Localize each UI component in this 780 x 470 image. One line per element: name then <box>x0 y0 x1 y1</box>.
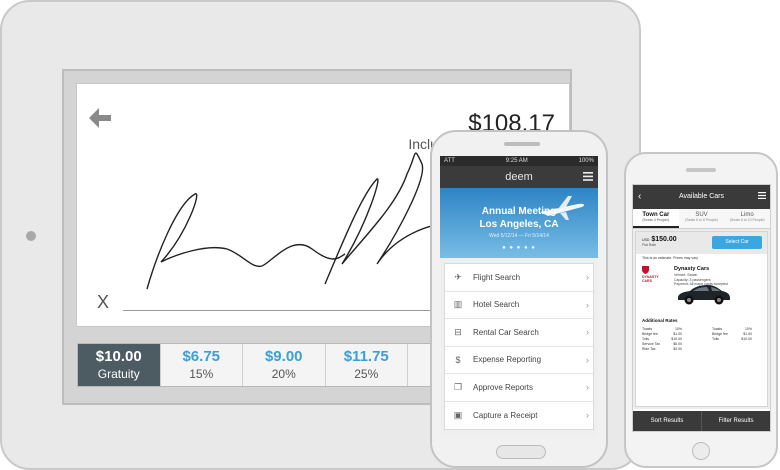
carrier-label: ATT <box>444 158 455 164</box>
iphone-speaker <box>686 168 716 172</box>
tip-option-25[interactable]: $11.75 25% <box>325 344 408 386</box>
tip-label: 20% <box>271 367 296 381</box>
menu-item-capture-receipt[interactable]: ▣ Capture a Receipt › <box>445 402 593 430</box>
menu-item-expense-reporting[interactable]: $ Expense Reporting › <box>445 347 593 374</box>
rate-value: $3.00 <box>673 347 682 351</box>
tab-town-car[interactable]: Town Car (Seats 4 People) <box>633 209 679 228</box>
tip-amount: $10.00 <box>95 348 142 365</box>
rate-row: Tolls $10.00 <box>712 337 752 342</box>
menu-item-flight-search[interactable]: ✈ Flight Search › <box>445 264 593 292</box>
battery-label: 100% <box>578 158 594 164</box>
menu-item-rental-car-search[interactable]: ⊟ Rental Car Search › <box>445 319 593 347</box>
signature-x-mark: X <box>97 292 110 312</box>
menu-item-hotel-search[interactable]: ▥ Hotel Search › <box>445 292 593 319</box>
price-bar: USD $150.00 Flat Rate Select Car <box>636 232 767 254</box>
deem-logo: deem <box>505 171 533 183</box>
price-note: Flat Rate <box>642 243 657 247</box>
chevron-right-icon: › <box>586 299 589 310</box>
menu-item-label: Rental Car Search <box>473 327 539 337</box>
chevron-right-icon: › <box>586 354 589 365</box>
hamburger-menu-icon[interactable] <box>583 172 593 181</box>
trip-hero-banner[interactable]: Annual Meeting Los Angeles, CA Wed 5/12/… <box>440 188 598 258</box>
trip-title: Annual Meeting <box>481 206 557 217</box>
tip-option-gratuity[interactable]: $10.00 Gratuity <box>78 344 161 386</box>
car-price: USD $150.00 Flat Rate <box>642 236 677 247</box>
tab-suv[interactable]: SUV (Seats 6 to 8 People) <box>678 209 725 228</box>
iphone-device: ‹ Available Cars Town Car (Seats 4 Peopl… <box>624 152 778 468</box>
currency-label: USD <box>642 238 650 242</box>
menu-item-label: Expense Reporting <box>473 355 542 365</box>
car-type-tabs: Town Car (Seats 4 People) SUV (Seats 6 t… <box>633 209 770 229</box>
page-title: Available Cars <box>678 193 724 200</box>
tip-amount: $9.00 <box>264 348 303 365</box>
shield-logo-icon <box>642 266 649 274</box>
chevron-right-icon: › <box>586 272 589 283</box>
menu-item-label: Flight Search <box>473 272 521 282</box>
additional-rates-heading: Additional Rates <box>642 318 678 323</box>
app-header: deem <box>440 166 598 188</box>
carousel-dots[interactable]: ● ● ● ● ● <box>440 245 598 251</box>
rates-left-column: Toasts 10% Bridge fee $1.00 Tolls $10.00 Se… <box>642 327 682 352</box>
tab-sublabel: (Seats 6 to 10 People) <box>729 218 765 222</box>
sort-results-button[interactable]: Sort Results <box>633 411 702 431</box>
reports-icon: ❐ <box>453 381 463 392</box>
trip-dates: Wed 5/12/14 — Fri 5/14/14 <box>489 233 549 239</box>
rate-value: $10.00 <box>741 337 752 341</box>
phone-screen: ATT 9:25 AM 100% deem Annual Meeting Los… <box>440 156 598 436</box>
rate-name: Tolls <box>712 337 720 341</box>
android-phone-device: ATT 9:25 AM 100% deem Annual Meeting Los… <box>430 130 608 468</box>
status-time: 9:25 AM <box>505 158 528 164</box>
car-results: USD $150.00 Flat Rate Select Car This is… <box>633 229 770 409</box>
vendor-logo-text: DYNASTY CARS <box>642 275 659 283</box>
rate-row: Ride Tax $3.00 <box>642 347 682 352</box>
price-value: $150.00 <box>651 236 677 243</box>
results-footer: Sort Results Filter Results <box>633 411 770 431</box>
iphone-screen: ‹ Available Cars Town Car (Seats 4 Peopl… <box>632 184 771 432</box>
phone-speaker <box>504 142 540 146</box>
main-menu-list: ✈ Flight Search › ▥ Hotel Search › ⊟ Ren… <box>444 263 594 430</box>
chevron-right-icon: › <box>586 327 589 338</box>
filter-results-button[interactable]: Filter Results <box>702 411 770 431</box>
status-bar: ATT 9:25 AM 100% <box>440 156 598 166</box>
dollar-icon: $ <box>455 354 461 365</box>
vendor-name: Dynasty Cars <box>674 266 710 272</box>
menu-item-approve-reports[interactable]: ❐ Approve Reports › <box>445 374 593 402</box>
tip-amount: $6.75 <box>182 348 221 365</box>
tab-limo[interactable]: Limo (Seats 6 to 10 People) <box>724 209 770 228</box>
tip-label: Gratuity <box>97 367 140 381</box>
camera-icon: ▣ <box>453 409 463 420</box>
cars-header: ‹ Available Cars <box>633 185 770 209</box>
estimate-note: This is an estimate. Prices may vary <box>642 256 699 260</box>
phone-home-button[interactable] <box>496 445 546 459</box>
car-icon: ⊟ <box>454 326 462 337</box>
tab-sublabel: (Seats 4 People) <box>642 218 670 222</box>
tip-label: 15% <box>189 367 214 381</box>
menu-item-label: Hotel Search <box>473 300 520 310</box>
tablet-camera <box>26 231 36 241</box>
iphone-home-button[interactable] <box>692 442 710 460</box>
tip-label: 25% <box>354 367 379 381</box>
tab-sublabel: (Seats 6 to 8 People) <box>685 218 718 222</box>
hamburger-menu-icon[interactable] <box>758 192 766 199</box>
menu-item-label: Approve Reports <box>473 382 534 392</box>
menu-item-label: Capture a Receipt <box>473 410 538 420</box>
rate-name: Ride Tax <box>642 347 656 351</box>
tip-option-15[interactable]: $6.75 15% <box>160 344 243 386</box>
plane-icon: ✈ <box>454 271 462 282</box>
trip-location: Los Angeles, CA <box>479 219 559 230</box>
tip-option-20[interactable]: $9.00 20% <box>243 344 326 386</box>
chevron-right-icon: › <box>586 410 589 421</box>
chevron-right-icon: › <box>586 382 589 393</box>
sedan-car-image <box>678 285 730 305</box>
tip-amount: $11.75 <box>343 348 389 365</box>
car-result-card: USD $150.00 Flat Rate Select Car This is… <box>635 231 768 407</box>
rates-right-column: Toasts 10% Bridge fee $1.00 Tolls $10.00 <box>712 327 752 342</box>
dynasty-cars-logo: DYNASTY CARS <box>642 266 660 283</box>
hotel-icon: ▥ <box>453 299 463 310</box>
select-car-button[interactable]: Select Car <box>712 236 762 249</box>
